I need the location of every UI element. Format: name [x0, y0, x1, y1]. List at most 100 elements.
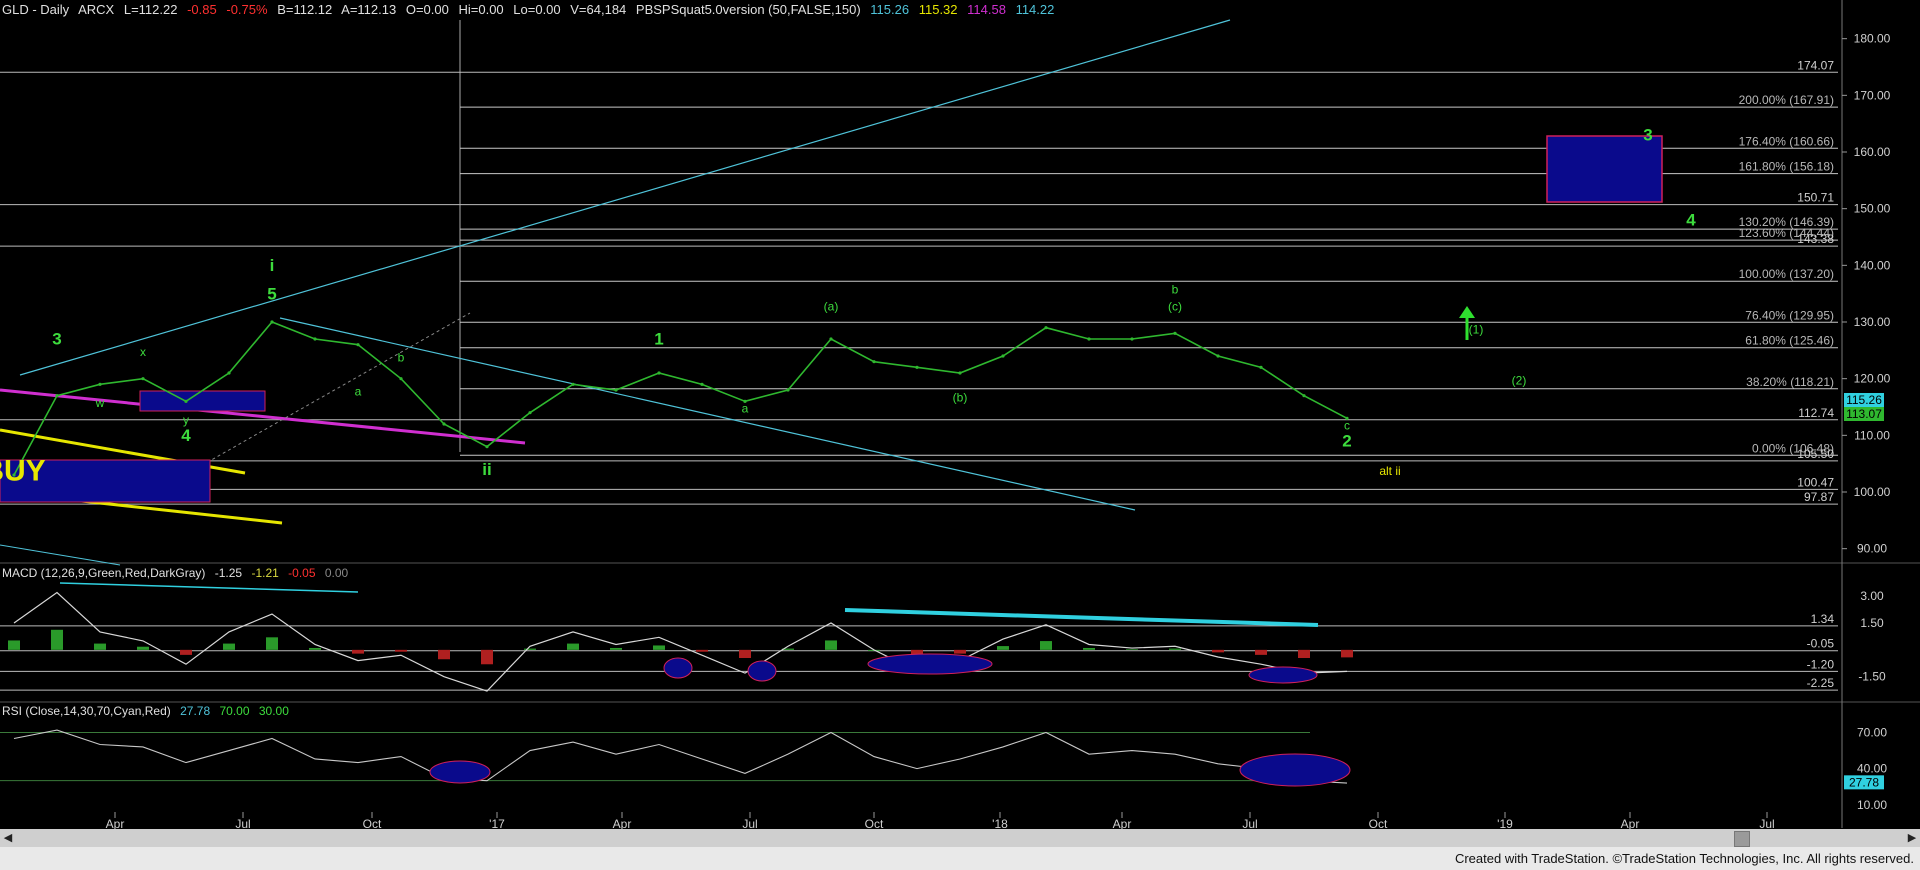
macd-histogram-bar	[94, 643, 106, 650]
macd-histogram-bar	[1212, 649, 1224, 653]
level-label: 100.47	[1797, 475, 1834, 489]
macd-histogram-bar	[137, 646, 149, 650]
macd-ellipse	[1248, 666, 1318, 684]
macd-histogram-bar	[395, 649, 407, 652]
wave-label: ii	[482, 460, 491, 479]
level-label: 143.38	[1797, 232, 1834, 246]
time-scrollbar[interactable]: ◀ ▶	[0, 829, 1920, 847]
price-point	[356, 343, 360, 347]
price-point	[528, 411, 532, 415]
wave-label: (2)	[1512, 373, 1527, 387]
macd-histogram-bar	[266, 637, 278, 650]
price-point	[571, 382, 575, 386]
y-tick-label: 100.00	[1854, 485, 1891, 499]
wave-label: 3	[1643, 126, 1652, 145]
y-tick-label: 170.00	[1854, 88, 1891, 102]
price-point	[313, 337, 317, 341]
macd-histogram-bar	[954, 649, 966, 654]
price-point	[958, 371, 962, 375]
price-point	[485, 445, 489, 449]
macd-histogram-bar	[352, 649, 364, 654]
y-tick-label: 160.00	[1854, 145, 1891, 159]
price-point	[872, 360, 876, 364]
scroll-thumb[interactable]	[1734, 831, 1750, 847]
target-box	[1546, 135, 1663, 203]
price-point	[270, 320, 274, 324]
cyan-trendline	[19, 19, 1231, 376]
rsi-tick-label: 70.00	[1857, 725, 1887, 739]
macd-tick-label: -1.50	[1858, 670, 1886, 684]
price-point	[1130, 337, 1134, 341]
price-tag-label: 113.07	[1846, 407, 1882, 421]
cyan-trendline	[0, 544, 121, 566]
macd-histogram-bar	[997, 646, 1009, 650]
y-tick-label: 130.00	[1854, 315, 1891, 329]
price-point	[614, 388, 618, 392]
macd-ellipse	[867, 653, 993, 675]
cyan-trendline	[279, 317, 1136, 511]
wave-label: 4	[181, 426, 191, 445]
macd-level-label: -1.20	[1807, 657, 1835, 671]
fib-label: 61.80% (125.46)	[1745, 334, 1834, 348]
wave-label: 5	[267, 284, 276, 303]
price-point	[1302, 394, 1306, 398]
level-label: 105.50	[1797, 447, 1834, 461]
level-label: 150.71	[1797, 191, 1834, 205]
wave-label: i	[270, 256, 275, 275]
y-tick-label: 140.00	[1854, 258, 1891, 272]
macd-histogram-bar	[438, 649, 450, 660]
macd-histogram-bar	[825, 640, 837, 650]
macd-ellipse	[747, 660, 777, 682]
macd-histogram-bar	[653, 645, 665, 650]
macd-level-label: 1.34	[1811, 612, 1835, 626]
fib-label: 200.00% (167.91)	[1739, 93, 1834, 107]
macd-divergence-line	[59, 582, 359, 593]
wave-label: a	[742, 402, 749, 416]
rsi-ellipse	[1239, 753, 1351, 787]
price-point	[184, 399, 188, 403]
scroll-right-icon[interactable]: ▶	[1904, 829, 1920, 847]
macd-level-label: -0.05	[1807, 637, 1835, 651]
wave-label: BUY	[0, 455, 46, 488]
macd-histogram-bar	[223, 643, 235, 650]
stock-chart[interactable]: 200.00% (167.91) 176.40% (160.66) 161.80% …	[0, 0, 1920, 870]
macd-tick-label: 1.50	[1860, 616, 1884, 630]
macd-histogram-bar	[8, 640, 20, 650]
price-point	[915, 365, 919, 369]
macd-tick-label: 3.00	[1860, 589, 1884, 603]
macd-histogram-bar	[1341, 649, 1353, 658]
level-label: 97.87	[1804, 490, 1834, 504]
wave-label: 4	[1686, 211, 1696, 230]
macd-histogram-bar	[1298, 649, 1310, 658]
macd-level-label: -2.25	[1807, 676, 1835, 690]
wave-label: x	[140, 345, 146, 359]
wave-label: a	[355, 385, 362, 399]
macd-histogram-bar	[1255, 649, 1267, 655]
scroll-left-icon[interactable]: ◀	[0, 829, 16, 847]
fib-label: 161.80% (156.18)	[1739, 160, 1834, 174]
wave-label: alt ii	[1379, 464, 1400, 478]
macd-histogram-bar	[481, 649, 493, 665]
wave-label: (1)	[1469, 322, 1484, 336]
wave-label: b	[1172, 283, 1179, 297]
rsi-tick-label: 10.00	[1857, 798, 1887, 812]
status-footer: Created with TradeStation. ©TradeStation…	[0, 847, 1920, 870]
price-point	[227, 371, 231, 375]
macd-histogram-bar	[1083, 647, 1095, 650]
wave-label: (b)	[953, 390, 968, 404]
price-point	[1087, 337, 1091, 341]
price-point	[700, 382, 704, 386]
price-point	[1259, 365, 1263, 369]
wave-label: y	[183, 413, 189, 427]
macd-histogram-bar	[567, 643, 579, 650]
fib-label: 176.40% (160.66)	[1739, 134, 1834, 148]
wave-label: 2	[1342, 432, 1351, 451]
y-tick-label: 180.00	[1854, 32, 1891, 46]
level-label: 112.74	[1798, 406, 1834, 420]
y-tick-label: 90.00	[1857, 542, 1887, 556]
wave-label: (c)	[1168, 300, 1182, 314]
price-point	[55, 394, 59, 398]
price-point	[786, 388, 790, 392]
price-point	[1173, 331, 1177, 335]
macd-ellipse	[663, 657, 693, 679]
